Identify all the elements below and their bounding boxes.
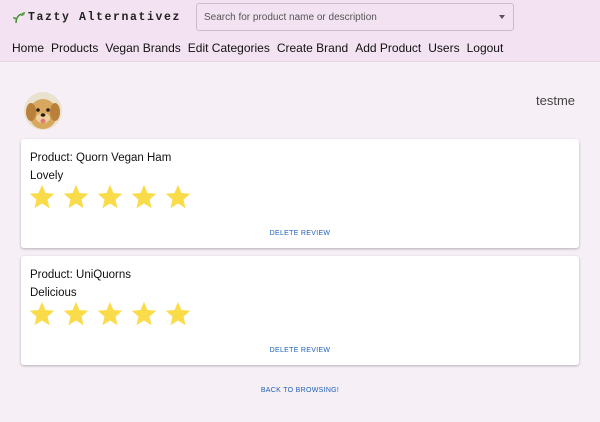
nav-products[interactable]: Products <box>51 41 98 55</box>
star-icon <box>29 184 55 209</box>
nav-logout[interactable]: Logout <box>467 41 504 55</box>
back-to-browsing-button[interactable]: BACK TO BROWSING! <box>0 387 600 394</box>
nav-edit-categories[interactable]: Edit Categories <box>188 41 270 55</box>
app-logo[interactable]: Tazty Alternativez <box>12 8 181 26</box>
star-icon <box>97 184 123 209</box>
star-icon <box>131 301 157 326</box>
nav-home[interactable]: Home <box>12 41 44 55</box>
review-card: Product: Quorn Vegan Ham Lovely DELETE R… <box>21 139 579 248</box>
logo-text: Tazty Alternativez <box>28 10 182 24</box>
star-icon <box>165 184 191 209</box>
review-text: Lovely <box>30 170 64 182</box>
nav-vegan-brands[interactable]: Vegan Brands <box>105 41 180 55</box>
delete-review-button[interactable]: DELETE REVIEW <box>21 347 579 354</box>
nav-create-brand[interactable]: Create Brand <box>277 41 348 55</box>
search-input[interactable] <box>197 4 487 30</box>
star-icon <box>63 301 89 326</box>
dog-avatar-icon <box>24 92 62 130</box>
star-rating <box>28 183 198 211</box>
review-text: Delicious <box>30 287 77 299</box>
nav-add-product[interactable]: Add Product <box>355 41 421 55</box>
product-title: Product: Quorn Vegan Ham <box>30 152 172 164</box>
delete-review-button[interactable]: DELETE REVIEW <box>21 230 579 237</box>
star-icon <box>97 301 123 326</box>
main-nav: Home Products Vegan Brands Edit Categori… <box>0 34 600 62</box>
star-icon <box>131 184 157 209</box>
avatar <box>24 92 62 130</box>
username: testme <box>535 93 575 108</box>
top-bar: Tazty Alternativez <box>0 0 600 34</box>
star-icon <box>165 301 191 326</box>
sprout-icon <box>13 12 25 24</box>
star-icon <box>63 184 89 209</box>
star-rating <box>28 300 198 328</box>
review-card: Product: UniQuorns Delicious DELETE REVI… <box>21 256 579 365</box>
product-title: Product: UniQuorns <box>30 269 131 281</box>
search-box[interactable] <box>196 3 514 31</box>
star-icon <box>29 301 55 326</box>
chevron-down-icon[interactable] <box>499 15 505 19</box>
nav-users[interactable]: Users <box>428 41 459 55</box>
